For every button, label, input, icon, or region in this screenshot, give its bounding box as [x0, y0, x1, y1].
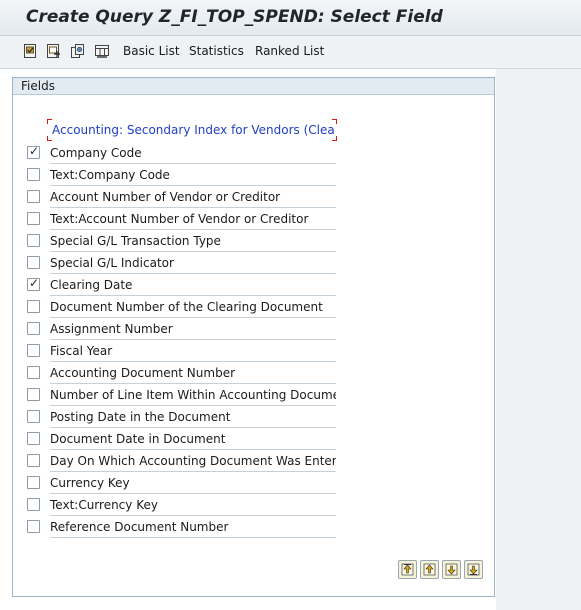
group-title: Fields [21, 79, 55, 93]
field-checkbox[interactable] [27, 476, 40, 489]
field-row[interactable]: Text:Company Code [27, 164, 337, 186]
statistics-button[interactable]: Statistics [189, 44, 244, 58]
field-label: Currency Key [50, 476, 336, 494]
field-row[interactable]: Fiscal Year [27, 340, 337, 362]
field-label: Text:Company Code [50, 168, 336, 186]
field-row[interactable]: Assignment Number [27, 318, 337, 340]
field-row[interactable]: Posting Date in the Document [27, 406, 337, 428]
field-checkbox[interactable] [27, 300, 40, 313]
page-up-icon[interactable] [420, 560, 439, 579]
field-checkbox[interactable] [27, 366, 40, 379]
field-label: Text:Currency Key [50, 498, 336, 516]
select-all-icon[interactable] [23, 43, 39, 59]
field-label: Special G/L Indicator [50, 256, 336, 274]
field-checkbox[interactable] [27, 388, 40, 401]
field-checkbox[interactable] [27, 432, 40, 445]
field-row[interactable]: Special G/L Indicator [27, 252, 337, 274]
field-checkbox[interactable] [27, 168, 40, 181]
field-label: Reference Document Number [50, 520, 336, 538]
field-label: Special G/L Transaction Type [50, 234, 336, 252]
checkmark-icon: ✓ [29, 276, 40, 290]
field-row[interactable]: Document Number of the Clearing Document [27, 296, 337, 318]
field-row[interactable]: ✓ Company Code [27, 142, 337, 164]
field-row[interactable]: Reference Document Number [27, 516, 337, 538]
field-row[interactable]: Account Number of Vendor or Creditor [27, 186, 337, 208]
field-label: Day On Which Accounting Document Was Ent… [50, 454, 336, 472]
field-label: Clearing Date [50, 278, 336, 296]
field-row[interactable]: Currency Key [27, 472, 337, 494]
field-checkbox[interactable] [27, 410, 40, 423]
field-label: Document Date in Document [50, 432, 336, 450]
toolbar: Basic List Statistics Ranked List [0, 36, 581, 69]
field-checkbox[interactable] [27, 520, 40, 533]
field-label: Posting Date in the Document [50, 410, 336, 428]
field-row[interactable]: Day On Which Accounting Document Was Ent… [27, 450, 337, 472]
page-down-icon[interactable] [442, 560, 461, 579]
field-checkbox[interactable]: ✓ [27, 144, 40, 159]
table-selection-header[interactable]: Accounting: Secondary Index for Vendors … [47, 119, 337, 141]
right-pane [496, 69, 581, 610]
field-checkbox[interactable] [27, 322, 40, 335]
field-label: Company Code [50, 146, 336, 164]
copy-icon[interactable] [70, 43, 86, 59]
field-checkbox[interactable] [27, 344, 40, 357]
field-label: Number of Line Item Within Accounting Do… [50, 388, 336, 406]
field-label: Fiscal Year [50, 344, 336, 362]
page-title: Create Query Z_FI_TOP_SPEND: Select Fiel… [26, 7, 443, 27]
field-checkbox[interactable] [27, 256, 40, 269]
deselect-all-icon[interactable] [46, 43, 62, 59]
checkmark-icon: ✓ [29, 144, 40, 158]
field-label: Account Number of Vendor or Creditor [50, 190, 336, 208]
field-checkbox[interactable] [27, 190, 40, 203]
field-row[interactable]: Text:Currency Key [27, 494, 337, 516]
field-label: Document Number of the Clearing Document [50, 300, 336, 318]
field-label: Assignment Number [50, 322, 336, 340]
field-checkbox[interactable] [27, 212, 40, 225]
layout-icon[interactable] [94, 43, 110, 59]
page-first-icon[interactable] [398, 560, 417, 579]
field-row[interactable]: Accounting Document Number [27, 362, 337, 384]
field-checkbox[interactable] [27, 498, 40, 511]
field-row[interactable]: Special G/L Transaction Type [27, 230, 337, 252]
field-checkbox[interactable] [27, 234, 40, 247]
field-checkbox[interactable] [27, 454, 40, 467]
ranked-list-button[interactable]: Ranked List [255, 44, 324, 58]
title-bar: Create Query Z_FI_TOP_SPEND: Select Fiel… [0, 0, 581, 36]
group-header: Fields [13, 78, 494, 95]
field-row[interactable]: Text:Account Number of Vendor or Credito… [27, 208, 337, 230]
fields-group: Fields Accounting: Secondary Index for V… [12, 77, 495, 597]
field-row[interactable]: ✓ Clearing Date [27, 274, 337, 296]
basic-list-button[interactable]: Basic List [123, 44, 180, 58]
table-header-label: Accounting: Secondary Index for Vendors … [52, 123, 334, 137]
field-checkbox[interactable]: ✓ [27, 276, 40, 291]
field-row[interactable]: Number of Line Item Within Accounting Do… [27, 384, 337, 406]
field-label: Accounting Document Number [50, 366, 336, 384]
field-row[interactable]: Document Date in Document [27, 428, 337, 450]
field-label: Text:Account Number of Vendor or Credito… [50, 212, 336, 230]
page-last-icon[interactable] [464, 560, 483, 579]
